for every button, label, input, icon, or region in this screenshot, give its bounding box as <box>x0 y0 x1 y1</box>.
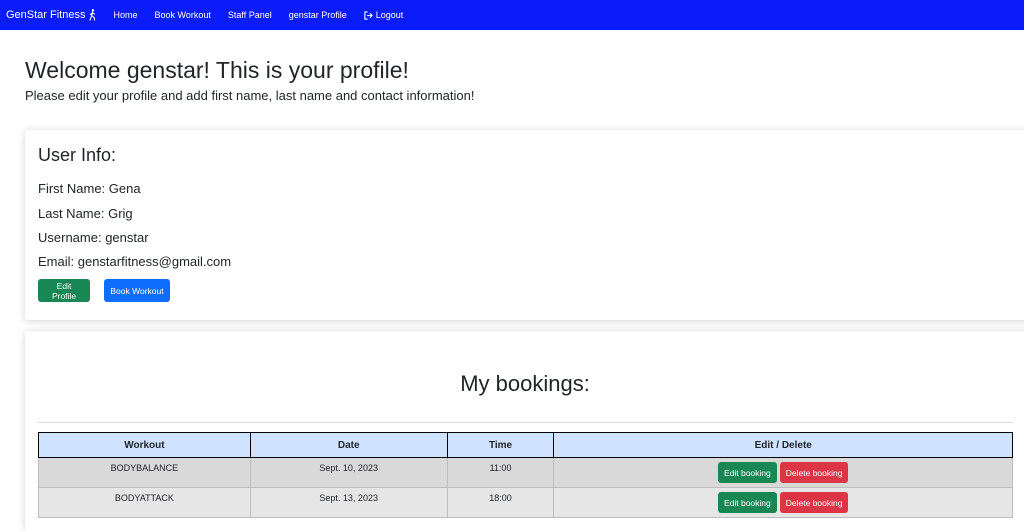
person-walking-icon <box>89 9 96 21</box>
user-info-card: User Info: First Name: Gena Last Name: G… <box>25 130 1024 320</box>
book-workout-button[interactable]: Book Workout <box>104 279 170 302</box>
table-row: BODYBALANCE Sept. 10, 2023 11:00 Edit bo… <box>38 457 1013 488</box>
edit-booking-button[interactable]: Edit booking <box>717 492 777 513</box>
nav-book-workout[interactable]: Book Workout <box>155 10 211 20</box>
nav-staff-panel[interactable]: Staff Panel <box>228 10 272 20</box>
column-header-time: Time <box>446 432 555 458</box>
username-text: Username: genstar <box>38 230 149 245</box>
table-row: BODYATTACK Sept. 13, 2023 18:00 Edit boo… <box>38 487 1013 518</box>
bookings-title: My bookings: <box>460 371 590 396</box>
time-cell: 18:00 <box>446 487 555 518</box>
nav-profile[interactable]: genstar Profile <box>289 10 347 20</box>
top-navbar: GenStar Fitness Home Book Workout Staff … <box>0 0 1024 30</box>
profile-subtitle: Please edit your profile and add first n… <box>25 88 475 103</box>
actions-cell: Edit booking Delete booking <box>553 457 1013 488</box>
column-header-workout: Workout <box>38 432 251 458</box>
column-header-date: Date <box>249 432 448 458</box>
workout-cell: BODYATTACK <box>38 487 251 518</box>
bookings-card: My bookings: Workout Date Time Edit / De… <box>25 331 1024 531</box>
last-name-text: Last Name: Grig <box>38 206 133 221</box>
nav-logout[interactable]: Logout <box>364 10 404 20</box>
column-header-edit-delete: Edit / Delete <box>553 432 1013 458</box>
actions-cell: Edit booking Delete booking <box>553 487 1013 518</box>
user-info-title: User Info: <box>38 145 117 165</box>
bookings-table: Workout Date Time Edit / Delete BODYBALA… <box>38 432 1013 518</box>
date-cell: Sept. 13, 2023 <box>249 487 448 518</box>
divider <box>38 422 1013 423</box>
date-cell: Sept. 10, 2023 <box>249 457 448 488</box>
brand-link[interactable]: GenStar Fitness <box>6 9 97 21</box>
nav-home[interactable]: Home <box>113 10 137 20</box>
workout-cell: BODYBALANCE <box>38 457 251 488</box>
logout-icon <box>364 10 373 20</box>
brand-name: GenStar Fitness <box>6 9 86 21</box>
logout-label: Logout <box>375 10 404 20</box>
delete-booking-button[interactable]: Delete booking <box>779 492 849 513</box>
edit-profile-button[interactable]: Edit Profile <box>38 279 90 302</box>
welcome-heading: Welcome genstar! This is your profile! <box>25 57 409 83</box>
email-text: Email: genstarfitness@gmail.com <box>38 254 232 269</box>
time-cell: 11:00 <box>446 457 555 488</box>
table-header-row: Workout Date Time Edit / Delete <box>38 432 1013 458</box>
edit-booking-button[interactable]: Edit booking <box>717 462 777 483</box>
delete-booking-button[interactable]: Delete booking <box>779 462 849 483</box>
first-name-text: First Name: Gena <box>38 181 141 196</box>
